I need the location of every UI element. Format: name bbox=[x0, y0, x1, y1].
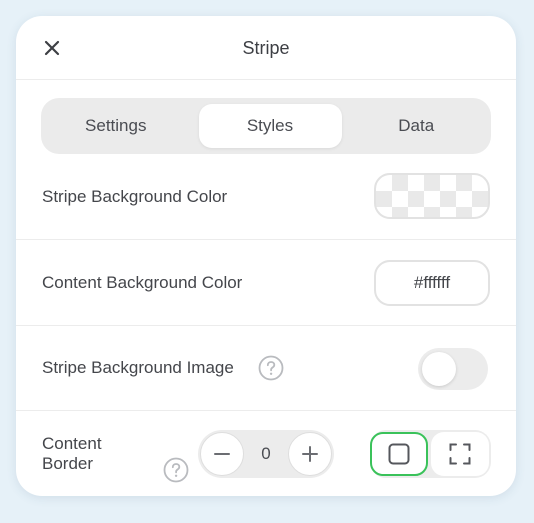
stripe-bg-color-swatch[interactable] bbox=[374, 173, 490, 219]
border-solid-icon bbox=[388, 443, 410, 465]
close-button[interactable] bbox=[40, 36, 64, 60]
border-width-value[interactable]: 0 bbox=[246, 430, 286, 478]
plus-icon bbox=[302, 446, 318, 462]
content-bg-color-row: Content Background Color #ffffff bbox=[16, 240, 516, 326]
stripe-bg-image-row: Stripe Background Image bbox=[16, 326, 516, 411]
tab-bar: Settings Styles Data bbox=[41, 98, 491, 154]
dialog-title: Stripe bbox=[242, 38, 290, 58]
tab-styles[interactable]: Styles bbox=[198, 104, 342, 148]
tab-settings[interactable]: Settings bbox=[47, 104, 185, 148]
border-style-corners-button[interactable] bbox=[431, 432, 489, 476]
stripe-bg-image-toggle[interactable] bbox=[418, 348, 488, 390]
close-icon bbox=[44, 40, 60, 56]
stripe-dialog: Stripe Settings Styles Data Stripe Backg… bbox=[16, 16, 516, 496]
content-border-label: Content Border bbox=[42, 434, 102, 474]
toggle-knob bbox=[422, 352, 456, 386]
help-icon[interactable] bbox=[258, 355, 284, 381]
border-style-solid-button[interactable] bbox=[370, 432, 428, 476]
stripe-bg-image-label: Stripe Background Image bbox=[42, 358, 234, 377]
stripe-bg-color-label: Stripe Background Color bbox=[42, 187, 228, 206]
minus-icon bbox=[214, 453, 230, 455]
tab-data[interactable]: Data bbox=[348, 104, 486, 148]
increment-button[interactable] bbox=[288, 432, 332, 476]
dialog-header: Stripe bbox=[16, 16, 516, 80]
content-bg-color-label: Content Background Color bbox=[42, 273, 243, 292]
content-border-label-line2: Border bbox=[42, 454, 94, 473]
content-bg-color-input[interactable]: #ffffff bbox=[374, 260, 490, 306]
help-icon[interactable] bbox=[163, 457, 189, 483]
decrement-button[interactable] bbox=[200, 432, 244, 476]
stripe-bg-color-row: Stripe Background Color bbox=[16, 154, 516, 240]
border-style-group bbox=[370, 430, 491, 478]
border-corners-icon bbox=[449, 443, 471, 465]
border-width-stepper: 0 bbox=[198, 430, 334, 478]
content-border-label-line1: Content bbox=[42, 434, 102, 453]
